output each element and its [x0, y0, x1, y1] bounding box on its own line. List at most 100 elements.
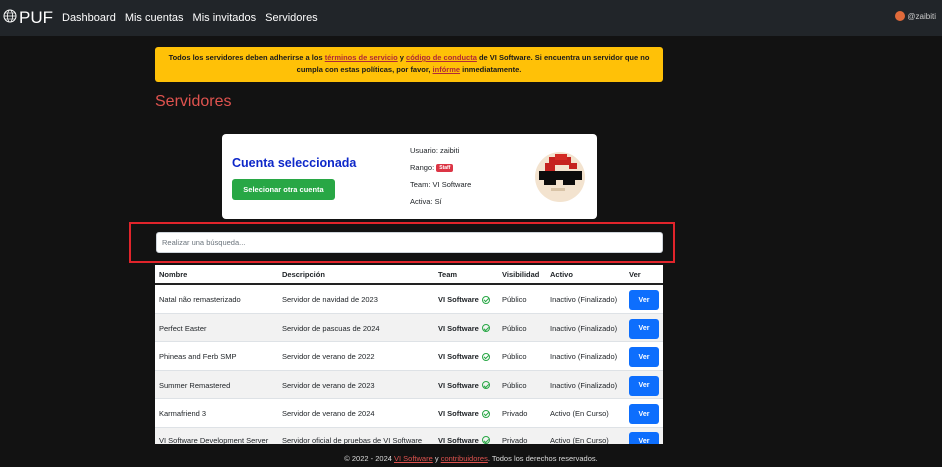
alert-text-1: Todos los servidores deben adherirse a l…	[168, 53, 325, 62]
server-status: Activo (En Curso)	[550, 409, 609, 418]
server-status: Activo (En Curso)	[550, 435, 609, 445]
table-row: VI Software Development Server Servidor …	[155, 427, 663, 445]
server-status: Inactivo (Finalizado)	[550, 295, 618, 304]
footer-link-contribuidores[interactable]: contribuidores	[441, 454, 488, 463]
user-info: Usuario: zaibiti	[410, 146, 459, 155]
server-description: Servidor de navidad de 2023	[282, 295, 378, 304]
server-description: Servidor oficial de pruebas de VI Softwa…	[282, 435, 423, 445]
server-status: Inactivo (Finalizado)	[550, 352, 618, 361]
view-server-button[interactable]: Ver	[629, 318, 659, 339]
alert-text-2: y	[397, 53, 407, 62]
table-row: Phineas and Ferb SMP Servidor de verano …	[155, 342, 663, 371]
alert-text-4: inmediatamente.	[460, 65, 522, 74]
team-name: VI Software	[438, 352, 479, 361]
server-visibility: Público	[502, 295, 527, 304]
col-header-activo: Activo	[550, 270, 573, 279]
team-name: VI Software	[438, 435, 479, 445]
server-description: Servidor de pascuas de 2024	[282, 323, 380, 333]
policy-alert: Todos los servidores deben adherirse a l…	[155, 47, 663, 82]
nav-link-mis-invitados[interactable]: Mis invitados	[193, 12, 257, 24]
nav-link-dashboard[interactable]: Dashboard	[62, 12, 116, 24]
account-card: Cuenta seleccionada Selecionar otra cuen…	[222, 134, 597, 219]
verified-check-icon	[481, 436, 490, 444]
user-menu[interactable]: @zaibiti	[895, 11, 936, 21]
server-name: Perfect Easter	[159, 323, 207, 333]
server-status: Inactivo (Finalizado)	[550, 323, 618, 333]
account-card-title: Cuenta seleccionada	[232, 156, 357, 170]
rank-info: Rango: Staff	[410, 163, 454, 173]
search-highlight	[129, 222, 675, 263]
server-name: Karmafriend 3	[159, 409, 207, 418]
username: @zaibiti	[907, 11, 936, 21]
server-name: Phineas and Ferb SMP	[159, 352, 237, 361]
brand[interactable]: PUF	[3, 8, 53, 28]
verified-check-icon	[481, 381, 490, 389]
brand-name: PUF	[19, 8, 53, 27]
server-visibility: Privado	[502, 435, 528, 445]
nav-link-servidores[interactable]: Servidores	[265, 12, 318, 24]
verified-check-icon	[481, 324, 490, 332]
team-name: VI Software	[438, 380, 479, 390]
footer: © 2022 - 2024 VI Software y contribuidor…	[0, 454, 942, 463]
search-input[interactable]	[156, 232, 663, 253]
verified-check-icon	[481, 352, 490, 361]
footer-text-1: © 2022 - 2024	[344, 454, 394, 463]
table-row: Natal não remasterizado Servidor de navi…	[155, 285, 663, 314]
view-server-button[interactable]: Ver	[629, 347, 659, 367]
conduct-link[interactable]: código de conducta	[406, 53, 477, 62]
footer-text-3: . Todos los derechos reservados.	[487, 454, 598, 463]
server-team: VI Software	[438, 352, 490, 361]
globe-icon	[3, 9, 17, 28]
footer-link-vi-software[interactable]: VI Software	[394, 454, 433, 463]
user-value: zaibiti	[440, 146, 460, 155]
avatar	[895, 11, 906, 21]
view-server-button[interactable]: Ver	[629, 375, 659, 396]
verified-check-icon	[481, 409, 490, 418]
server-team: VI Software	[438, 295, 490, 304]
view-server-button[interactable]: Ver	[629, 431, 659, 444]
table-row: Summer Remastered Servidor de verano de …	[155, 370, 663, 399]
servers-table: Nombre Descripción Team Visibilidad Acti…	[155, 265, 663, 444]
server-team: VI Software	[438, 409, 490, 418]
col-header-team: Team	[438, 270, 458, 279]
table-row: Perfect Easter Servidor de pascuas de 20…	[155, 313, 663, 342]
terms-link[interactable]: términos de servicio	[325, 53, 398, 62]
table-row: Karmafriend 3 Servidor de verano de 2024…	[155, 399, 663, 428]
active-value: Sí	[434, 197, 442, 206]
server-name: Summer Remastered	[159, 380, 231, 390]
view-server-button[interactable]: Ver	[629, 404, 659, 424]
view-server-button[interactable]: Ver	[629, 290, 659, 310]
team-name: VI Software	[438, 323, 479, 333]
select-account-button[interactable]: Selecionar otra cuenta	[232, 179, 335, 200]
active-info: Activa: Sí	[410, 197, 442, 206]
user-label: Usuario:	[410, 146, 438, 155]
footer-text-2: y	[432, 454, 441, 463]
team-label: Team:	[410, 180, 431, 189]
nav-link-mis-cuentas[interactable]: Mis cuentas	[125, 12, 184, 24]
team-value: VI Software	[432, 180, 472, 189]
col-header-ver: Ver	[629, 270, 641, 279]
server-team: VI Software	[438, 324, 490, 333]
server-name: VI Software Development Server	[159, 435, 269, 445]
server-name: Natal não remasterizado	[159, 295, 241, 304]
server-visibility: Público	[502, 380, 527, 390]
server-description: Servidor de verano de 2024	[282, 409, 375, 418]
server-team: VI Software	[438, 435, 490, 445]
server-description: Servidor de verano de 2022	[282, 352, 375, 361]
server-visibility: Público	[502, 352, 527, 361]
team-name: VI Software	[438, 409, 479, 418]
server-team: VI Software	[438, 381, 490, 390]
col-header-nombre: Nombre	[159, 270, 188, 279]
server-description: Servidor de verano de 2023	[282, 380, 375, 390]
navbar: PUF Dashboard Mis cuentas Mis invitados …	[0, 0, 942, 36]
rank-label: Rango:	[410, 163, 435, 172]
report-link[interactable]: infórme	[433, 65, 461, 74]
server-visibility: Público	[502, 323, 527, 333]
page-title: Servidores	[155, 93, 232, 110]
server-visibility: Privado	[502, 409, 528, 418]
rank-badge: Staff	[436, 164, 454, 173]
team-info: Team: VI Software	[410, 180, 471, 189]
col-header-descripcion: Descripción	[282, 270, 325, 279]
team-name: VI Software	[438, 295, 479, 304]
col-header-visibilidad: Visibilidad	[502, 270, 540, 279]
